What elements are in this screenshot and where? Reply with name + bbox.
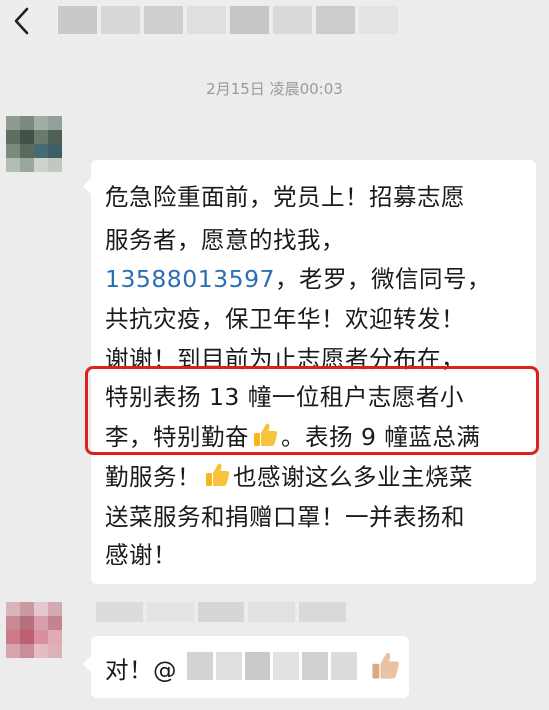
message-text: 也感谢这么多业主烧菜 xyxy=(233,463,473,491)
message-line: 送菜服务和捐赠口罩！一并表扬和 xyxy=(105,503,465,531)
reply-bubble[interactable]: 对！@ xyxy=(83,636,409,698)
message-line: 特别表扬 13 幢一位租户志愿者小 xyxy=(105,383,464,411)
message-timestamp: 2月15日 凌晨00:03 xyxy=(206,80,343,98)
message-line: 勤服务！ 也感谢这么多业主烧菜 xyxy=(105,458,473,495)
message-line: 13588013597，老罗，微信同号， xyxy=(105,260,491,294)
chat-title-redacted xyxy=(58,6,398,34)
message-bubble[interactable]: 危急险重面前，党员上！招募志愿 服务者，愿意的找我， 13588013597，老… xyxy=(83,160,536,584)
mention-redacted xyxy=(187,652,357,680)
phone-number-link[interactable]: 13588013597 xyxy=(105,265,275,293)
reply-text: 对！@ xyxy=(105,656,177,684)
message-text: 。表扬 9 幢蓝总满 xyxy=(281,423,481,451)
message-text: ，老罗，微信同号， xyxy=(274,265,491,293)
bubble-tail xyxy=(83,178,91,194)
avatar[interactable] xyxy=(6,602,62,658)
bubble-tail xyxy=(83,656,91,672)
message-line: 谢谢！到目前为止志愿者分布在， xyxy=(105,345,465,373)
thumbs-up-icon xyxy=(251,421,279,455)
message-line: 共抗灾疫，保卫年华！欢迎转发！ xyxy=(105,305,465,333)
message-line: 危急险重面前，党员上！招募志愿 xyxy=(105,183,465,211)
message-text: 勤服务！ xyxy=(105,463,201,491)
message-text: 李，特别勤奋 xyxy=(105,423,249,451)
avatar[interactable] xyxy=(6,116,62,172)
thumbs-up-icon xyxy=(203,461,231,495)
message-line: 服务者，愿意的找我， xyxy=(105,226,345,254)
redacted-strip xyxy=(96,602,346,622)
chevron-left-icon xyxy=(14,7,29,35)
message-line: 李，特别勤奋 。表扬 9 幢蓝总满 xyxy=(105,418,480,455)
thumbs-up-icon xyxy=(369,650,401,686)
back-button[interactable] xyxy=(6,4,36,38)
message-line: 感谢！ xyxy=(105,541,177,569)
chat-header xyxy=(0,0,549,44)
